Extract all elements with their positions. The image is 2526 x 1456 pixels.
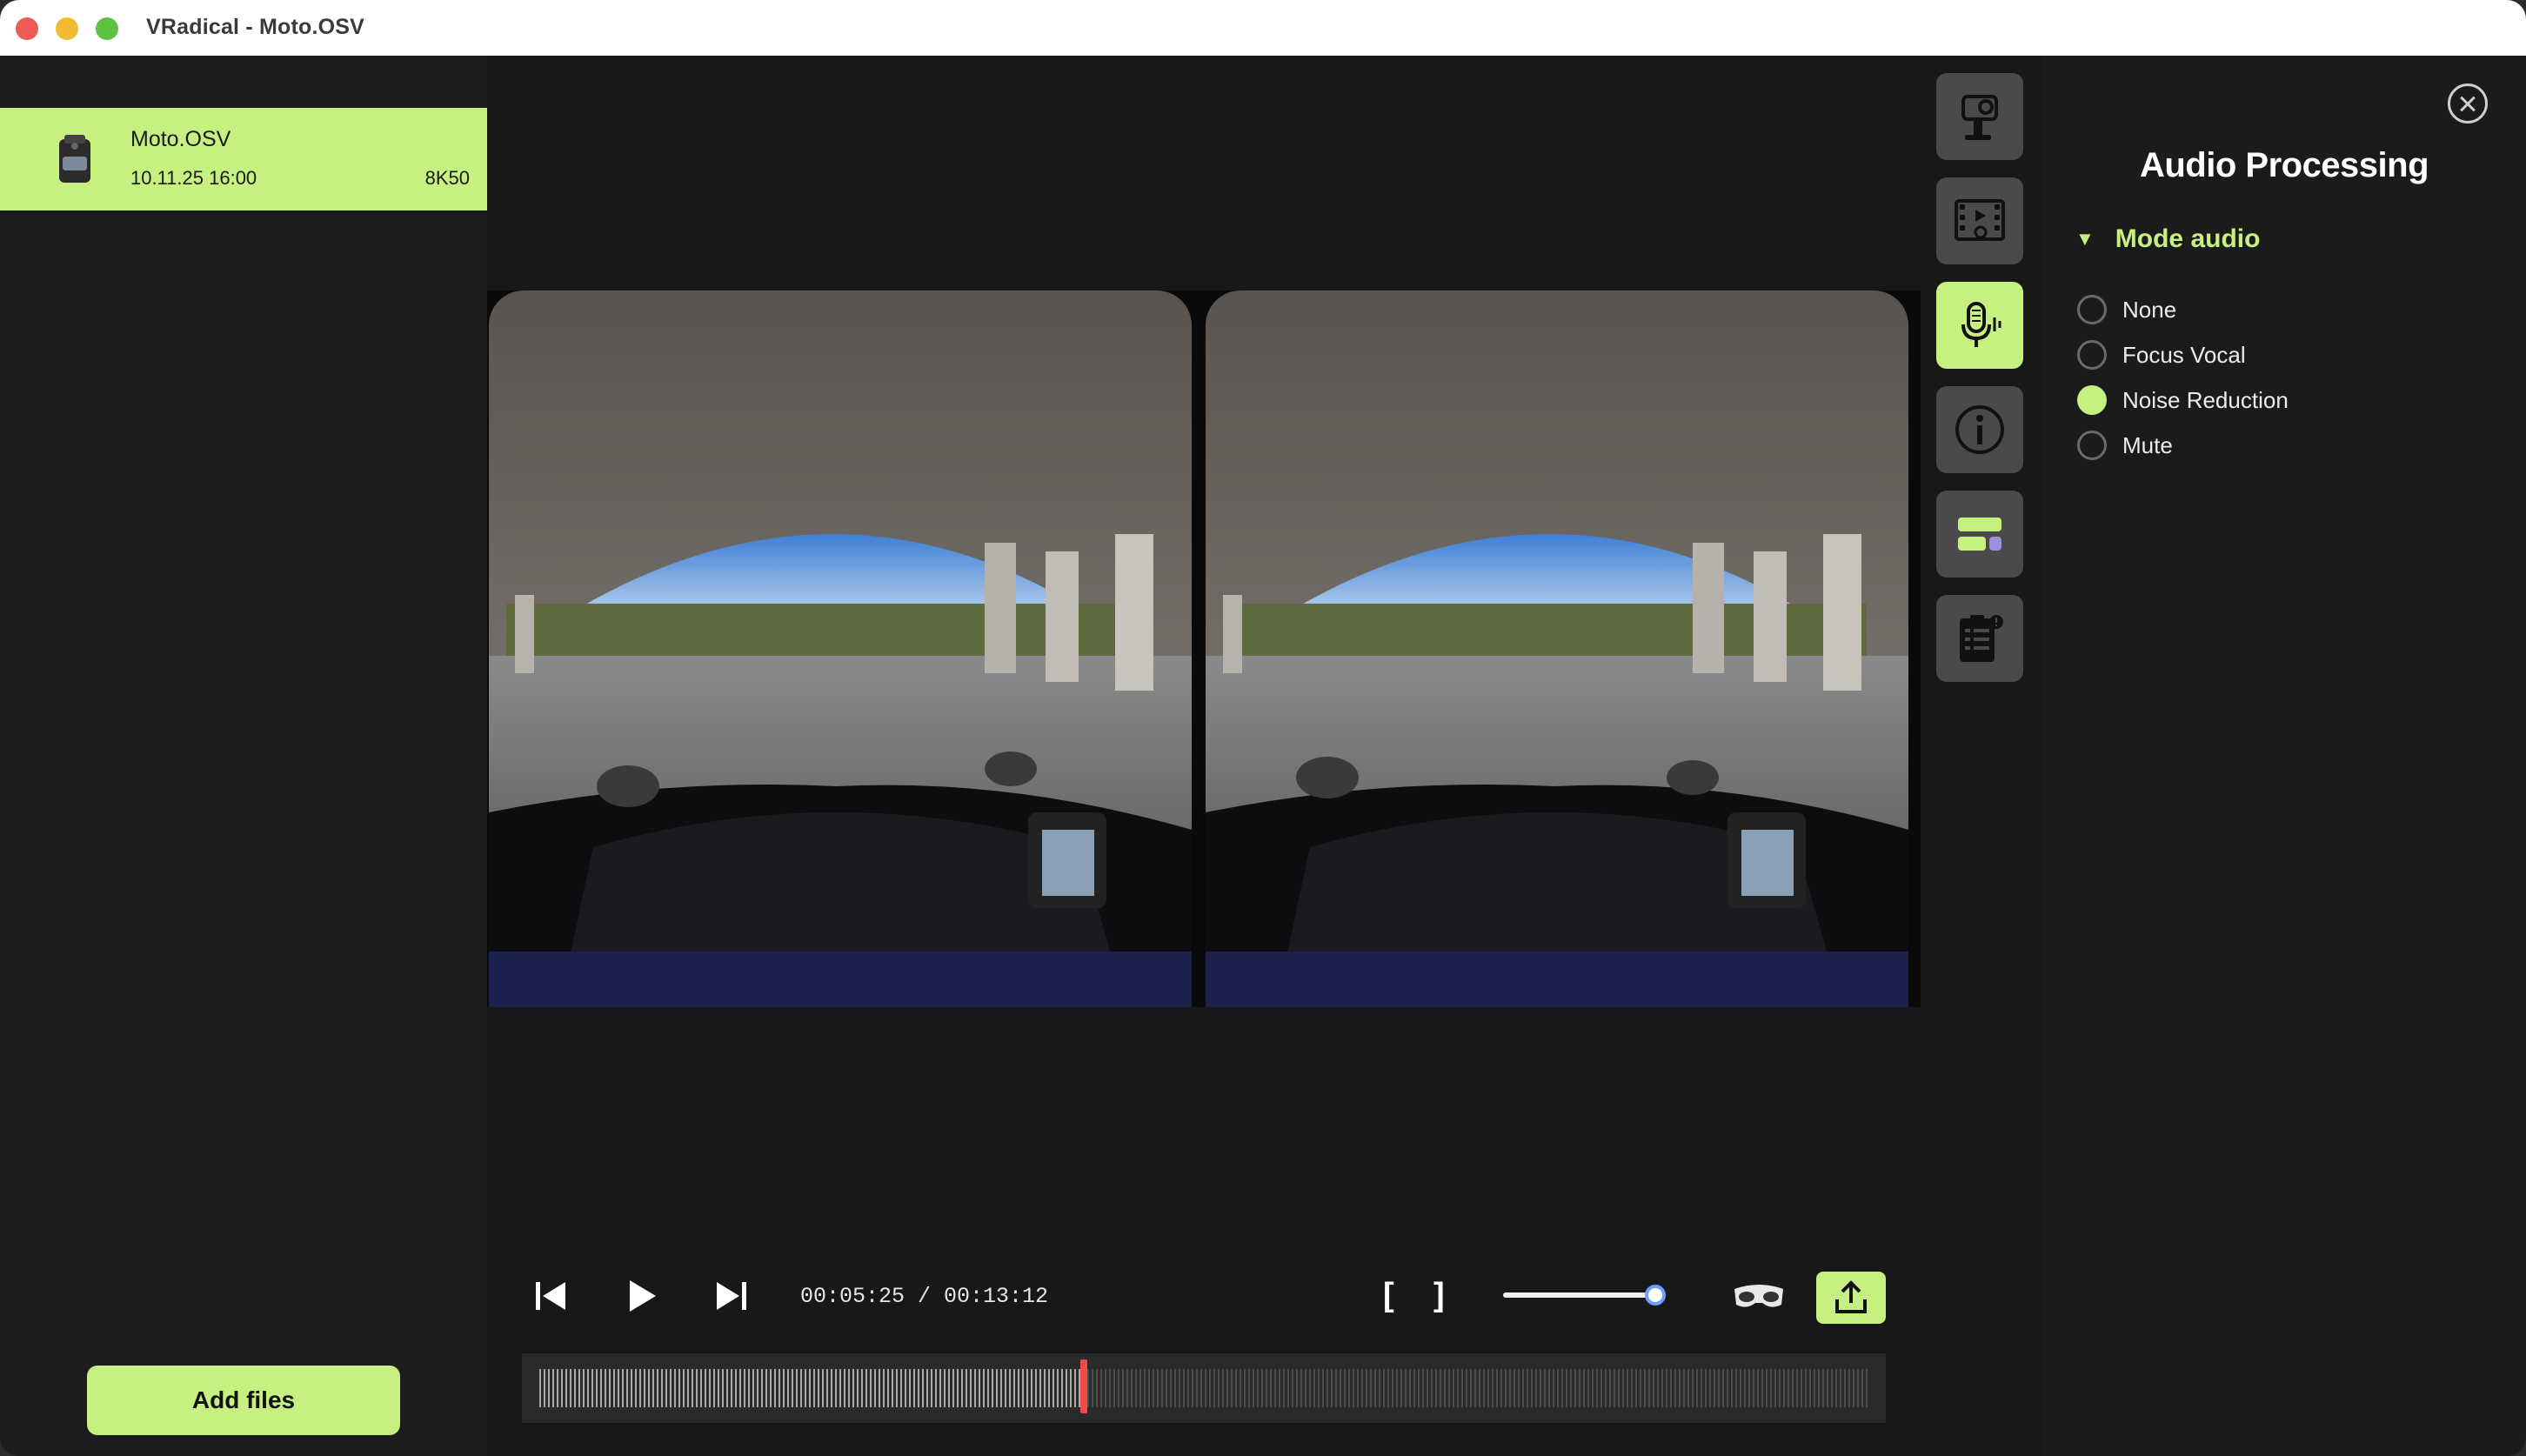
video-settings-button[interactable] xyxy=(1936,177,2023,264)
close-panel-button[interactable] xyxy=(2448,83,2488,124)
export-icon xyxy=(1835,1280,1867,1313)
task-list-button[interactable] xyxy=(1936,595,2023,682)
left-eye-view xyxy=(489,291,1192,1007)
radio-label: None xyxy=(2122,296,2177,323)
radio-button-selected[interactable] xyxy=(2077,385,2107,415)
skip-back-icon[interactable] xyxy=(534,1280,569,1312)
playhead-marker[interactable] xyxy=(1080,1359,1088,1413)
window-title: VRadical - Moto.OSV xyxy=(146,15,365,39)
side-panel xyxy=(2042,56,2526,1456)
video-viewer xyxy=(487,56,2042,1456)
close-window-button[interactable] xyxy=(16,17,38,40)
mode-audio-section-toggle[interactable]: ▼ Mode audio xyxy=(2075,224,2260,254)
file-sidebar: Moto.OSV 10.11.25 16:00 8K50 Add files xyxy=(0,56,487,1456)
play-icon[interactable] xyxy=(625,1279,659,1313)
clipboard-list-icon xyxy=(1960,615,2003,662)
panel-title: Audio Processing xyxy=(2139,146,2429,184)
vr-headset-icon[interactable] xyxy=(1731,1280,1787,1312)
right-eye-view xyxy=(1206,291,1908,1007)
info-icon xyxy=(1955,405,2004,454)
file-resolution-badge: 8K50 xyxy=(424,167,470,189)
radio-option-none[interactable]: None xyxy=(2077,295,2176,324)
section-label: Mode audio xyxy=(2115,224,2261,253)
camera-gimbal-icon xyxy=(1961,95,1998,140)
radio-label: Mute xyxy=(2122,431,2173,458)
radio-label: Focus Vocal xyxy=(2122,341,2246,368)
time-display: 00:05:25 / 00:13:12 xyxy=(800,1284,1049,1309)
volume-slider-track[interactable] xyxy=(1503,1292,1663,1298)
triangle-down-icon: ▼ xyxy=(2075,228,2095,250)
layout-blocks-icon xyxy=(1958,518,2001,551)
camera-icon xyxy=(59,135,90,183)
export-button[interactable] xyxy=(1816,1272,1886,1324)
radio-button[interactable] xyxy=(2077,340,2107,370)
timeline-scrubber[interactable] xyxy=(522,1353,1886,1423)
maximize-window-button[interactable] xyxy=(96,17,118,40)
radio-option-noise-reduction[interactable]: Noise Reduction xyxy=(2077,385,2289,415)
skip-forward-icon[interactable] xyxy=(713,1280,748,1312)
file-list-item[interactable]: Moto.OSV 10.11.25 16:00 8K50 xyxy=(0,108,487,210)
add-files-button[interactable]: Add files xyxy=(87,1366,400,1435)
radio-option-mute[interactable]: Mute xyxy=(2077,431,2173,460)
volume-slider-knob[interactable] xyxy=(1644,1285,1666,1306)
mark-out-button[interactable]: ] xyxy=(1433,1277,1445,1314)
app-window: VRadical - Moto.OSV Moto.OSV 10.11.25 16… xyxy=(0,0,2526,1456)
camera-settings-button[interactable] xyxy=(1936,73,2023,160)
title-bar: VRadical - Moto.OSV xyxy=(0,0,2526,56)
layout-button[interactable] xyxy=(1936,491,2023,578)
stereo-preview[interactable] xyxy=(487,291,1921,1007)
microphone-icon xyxy=(1961,302,2001,347)
radio-label: Noise Reduction xyxy=(2122,386,2289,413)
audio-processing-button[interactable] xyxy=(1936,282,2023,369)
timeline-ticks xyxy=(539,1369,1868,1407)
film-gear-icon xyxy=(1955,199,2005,241)
radio-button[interactable] xyxy=(2077,431,2107,460)
radio-button[interactable] xyxy=(2077,295,2107,324)
info-button[interactable] xyxy=(1936,386,2023,473)
file-date: 10.11.25 16:00 xyxy=(130,167,257,189)
radio-option-focus-vocal[interactable]: Focus Vocal xyxy=(2077,340,2246,370)
minimize-window-button[interactable] xyxy=(56,17,78,40)
file-name: Moto.OSV xyxy=(130,127,231,151)
mark-in-button[interactable]: [ xyxy=(1383,1277,1394,1314)
